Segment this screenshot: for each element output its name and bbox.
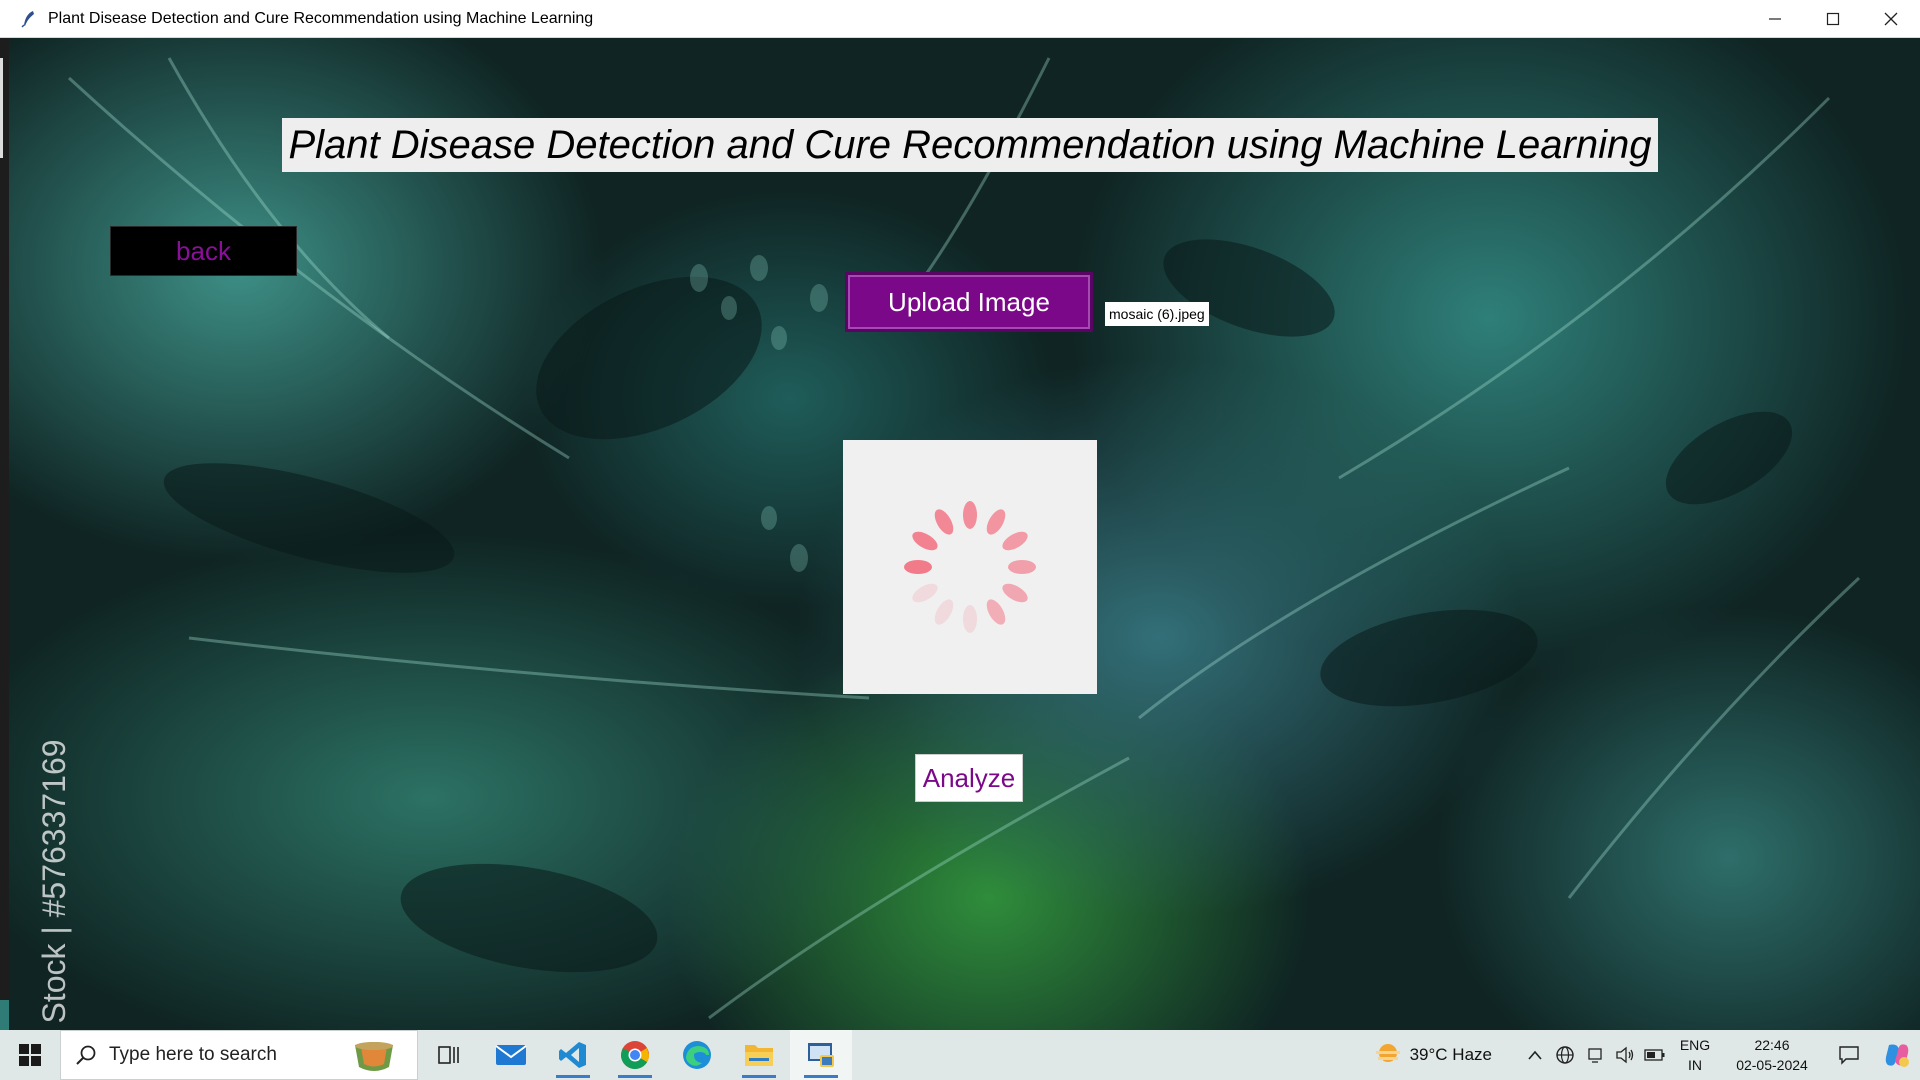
minimize-icon — [1769, 18, 1781, 20]
taskbar-vscode[interactable] — [542, 1030, 604, 1080]
back-button[interactable]: back — [110, 226, 297, 276]
clock-time: 22:46 — [1754, 1037, 1790, 1053]
taskbar-python-app[interactable] — [790, 1030, 852, 1080]
spinner-dot — [912, 583, 938, 603]
spinner-dot — [904, 560, 932, 574]
taskbar-chrome[interactable] — [604, 1030, 666, 1080]
chevron-up-icon — [1528, 1050, 1542, 1060]
feather-icon — [21, 10, 34, 28]
task-view-icon — [438, 1046, 459, 1064]
window-title: Plant Disease Detection and Cure Recomme… — [48, 9, 594, 27]
speaker-icon — [1616, 1046, 1634, 1064]
spinner-dot — [934, 509, 954, 535]
stock-watermark: be Stock | #576337169 — [36, 739, 77, 1030]
input-language-indicator[interactable]: ENG IN — [1670, 1035, 1720, 1075]
weather-text: 39°C Haze — [1409, 1045, 1492, 1064]
battery-button[interactable] — [1640, 1030, 1670, 1080]
windows-logo-icon — [19, 1044, 41, 1066]
loading-spinner-icon — [904, 501, 1036, 633]
spinner-dot — [963, 605, 977, 633]
taskbar-mail[interactable] — [480, 1030, 542, 1080]
language-code: ENG — [1679, 1037, 1711, 1053]
search-placeholder: Type here to search — [109, 1044, 277, 1065]
image-preview-panel — [843, 440, 1097, 694]
edge-icon — [683, 1041, 711, 1069]
analyze-button[interactable]: Analyze — [915, 754, 1023, 802]
minimize-button[interactable] — [1746, 0, 1804, 38]
chrome-icon — [621, 1041, 649, 1069]
file-explorer-icon — [745, 1045, 773, 1066]
spinner-dot — [963, 501, 977, 529]
upload-image-button[interactable]: Upload Image — [845, 272, 1093, 332]
haze-weather-icon — [1375, 1044, 1400, 1062]
spinner-dot — [986, 599, 1006, 625]
taskbar-edge[interactable] — [666, 1030, 728, 1080]
device-button[interactable] — [1580, 1030, 1610, 1080]
spinner-dot — [1002, 583, 1028, 603]
network-button[interactable] — [1550, 1030, 1580, 1080]
copilot-icon — [1885, 1044, 1909, 1067]
maximize-icon — [1826, 12, 1840, 26]
vscode-icon — [559, 1042, 586, 1068]
copilot-button[interactable] — [1874, 1030, 1920, 1080]
close-button[interactable] — [1862, 0, 1920, 38]
clock-date: 02-05-2024 — [1736, 1057, 1808, 1073]
show-hidden-icons-button[interactable] — [1520, 1030, 1550, 1080]
scroll-indicator — [0, 58, 3, 158]
volume-button[interactable] — [1610, 1030, 1640, 1080]
search-highlight-icon — [355, 1042, 393, 1071]
python-app-icon — [808, 1043, 834, 1067]
watermark-text: be Stock | #576337169 — [36, 739, 72, 1030]
selected-filename-label: mosaic (6).jpeg — [1105, 302, 1209, 326]
maximize-button[interactable] — [1804, 0, 1862, 38]
close-icon — [1884, 12, 1898, 26]
taskbar-search-box[interactable]: Type here to search — [60, 1030, 418, 1080]
start-button[interactable] — [0, 1030, 60, 1080]
task-view-button[interactable] — [418, 1030, 480, 1080]
weather-widget[interactable]: 39°C Haze — [1374, 1042, 1492, 1068]
region-code: IN — [1688, 1057, 1702, 1073]
taskbar-file-explorer[interactable] — [728, 1030, 790, 1080]
spinner-dot — [934, 599, 954, 625]
spinner-dot — [986, 509, 1006, 535]
taskbar-clock[interactable]: 22:46 02-05-2024 — [1720, 1035, 1824, 1075]
window-controls — [1746, 0, 1920, 38]
spinner-dot — [1008, 560, 1036, 574]
globe-icon — [1556, 1046, 1574, 1064]
notifications-button[interactable] — [1824, 1030, 1874, 1080]
edge-accent — [0, 1000, 9, 1030]
desktop-screen: Plant Disease Detection and Cure Recomme… — [0, 0, 1920, 1080]
battery-icon — [1644, 1049, 1665, 1061]
device-icon — [1588, 1048, 1602, 1063]
search-icon — [76, 1045, 96, 1065]
window-titlebar[interactable]: Plant Disease Detection and Cure Recomme… — [0, 0, 1920, 38]
window-left-edge — [0, 38, 9, 1030]
windows-taskbar: Type here to search 39°C Haze ENG IN 22:… — [0, 1030, 1920, 1080]
mail-icon — [495, 1045, 527, 1065]
spinner-dot — [1002, 531, 1028, 551]
notification-icon — [1839, 1046, 1859, 1065]
spinner-dot — [912, 531, 938, 551]
page-title: Plant Disease Detection and Cure Recomme… — [282, 118, 1658, 172]
system-tray: 39°C Haze ENG IN 22:46 02-05-2024 — [1374, 1030, 1920, 1080]
